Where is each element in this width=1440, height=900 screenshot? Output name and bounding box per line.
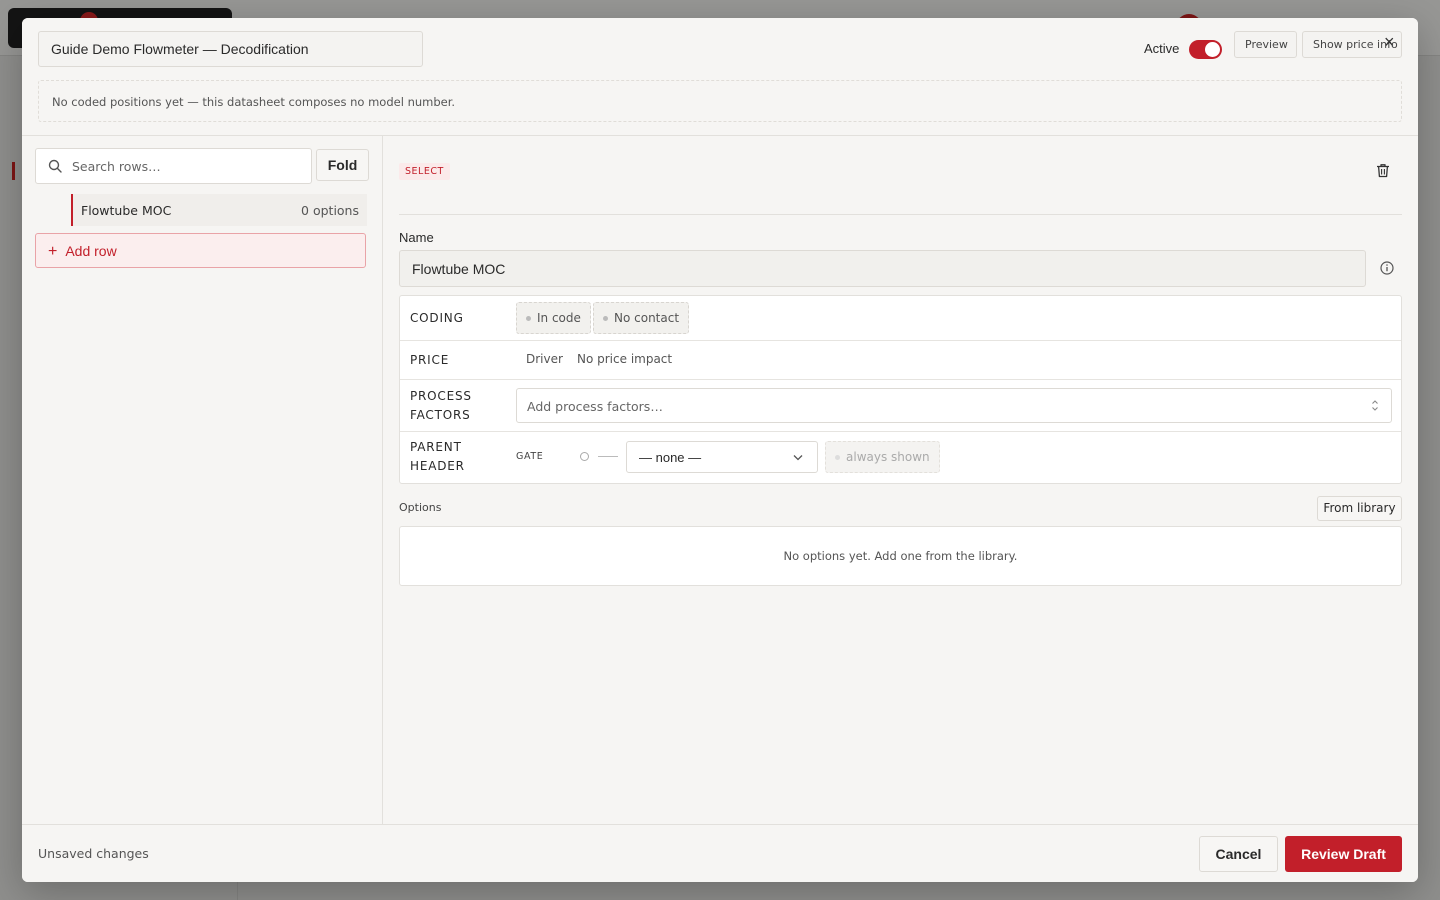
add-row-label: Add row: [65, 243, 117, 259]
options-label: Options: [399, 501, 442, 514]
chevron-down-icon: [793, 455, 803, 461]
parent-header-select[interactable]: — none —: [626, 441, 818, 473]
parent-header-row: PARENT HEADER GATE — none — always shown: [400, 432, 1401, 483]
toggle-knob: [1205, 42, 1220, 57]
from-library-button[interactable]: From library: [1317, 496, 1402, 521]
rows-panel: Fold Flowtube MOC 0 options + Add row: [22, 136, 383, 824]
process-label: PROCESS FACTORS: [410, 389, 472, 422]
decodification-modal: Guide Demo Flowmeter — Decodification Ac…: [22, 18, 1418, 882]
price-label: PRICE: [410, 353, 450, 367]
chip-label: always shown: [846, 450, 930, 464]
no-contact-chip[interactable]: No contact: [593, 302, 690, 334]
header-divider: [399, 214, 1402, 215]
trash-icon[interactable]: [1376, 163, 1390, 178]
gate-connector: [598, 456, 618, 457]
chip-dot: [526, 316, 531, 321]
search-icon: [48, 159, 62, 173]
row-option-count: 0 options: [301, 203, 359, 218]
in-code-chip[interactable]: In code: [516, 302, 591, 334]
row-name: Flowtube MOC: [81, 203, 172, 218]
price-impact[interactable]: No price impact: [577, 352, 672, 366]
active-toggle[interactable]: [1189, 40, 1222, 59]
chip-dot: [603, 316, 608, 321]
row-properties: CODING In code No contact PRICE Driver N…: [399, 295, 1402, 484]
review-draft-button[interactable]: Review Draft: [1285, 836, 1402, 872]
process-factors-placeholder: Add process factors…: [527, 399, 663, 414]
search-box: [35, 148, 312, 184]
always-shown-chip: always shown: [825, 441, 940, 473]
process-factors-row: PROCESS FACTORS Add process factors…: [400, 380, 1401, 432]
preview-button[interactable]: Preview: [1234, 31, 1297, 58]
datasheet-title-field[interactable]: Guide Demo Flowmeter — Decodification: [38, 31, 423, 67]
updown-chevron-icon: [1372, 400, 1378, 411]
search-rows-input[interactable]: [70, 149, 306, 183]
modal-header: Guide Demo Flowmeter — Decodification Ac…: [22, 18, 1418, 136]
modal-footer: Unsaved changes Cancel Review Draft: [22, 824, 1418, 882]
coding-label: CODING: [410, 311, 464, 325]
chip-label: No contact: [614, 311, 680, 325]
no-coded-positions-notice: No coded positions yet — this datasheet …: [38, 80, 1402, 122]
row-detail-panel: SELECT Name Flowtube MOC CODING In code …: [384, 136, 1418, 824]
active-label: Active: [1144, 41, 1180, 56]
process-factors-select[interactable]: Add process factors…: [516, 388, 1392, 423]
gate-label: GATE: [516, 451, 544, 462]
add-row-button[interactable]: + Add row: [35, 233, 366, 268]
fold-button[interactable]: Fold: [316, 149, 369, 181]
backdrop-active-marker: [12, 162, 15, 180]
plus-icon: +: [48, 243, 58, 260]
cancel-button[interactable]: Cancel: [1199, 836, 1278, 872]
gate-radio[interactable]: [580, 452, 589, 461]
coding-row: CODING In code No contact: [400, 296, 1401, 341]
price-row: PRICE Driver No price impact: [400, 341, 1401, 380]
chip-label: In code: [537, 311, 581, 325]
row-name-input[interactable]: Flowtube MOC: [399, 250, 1366, 287]
select-value: — none —: [639, 450, 702, 465]
chip-dot: [835, 455, 840, 460]
info-icon[interactable]: [1380, 261, 1394, 275]
price-driver[interactable]: Driver: [526, 352, 563, 366]
parent-header-label: PARENT HEADER: [410, 440, 465, 473]
close-icon[interactable]: ×: [1384, 32, 1395, 52]
options-empty-state: No options yet. Add one from the library…: [399, 526, 1402, 586]
unsaved-status: Unsaved changes: [38, 846, 149, 861]
list-item[interactable]: Flowtube MOC 0 options: [71, 194, 367, 226]
name-label: Name: [399, 230, 434, 245]
row-type-badge: SELECT: [399, 163, 450, 180]
